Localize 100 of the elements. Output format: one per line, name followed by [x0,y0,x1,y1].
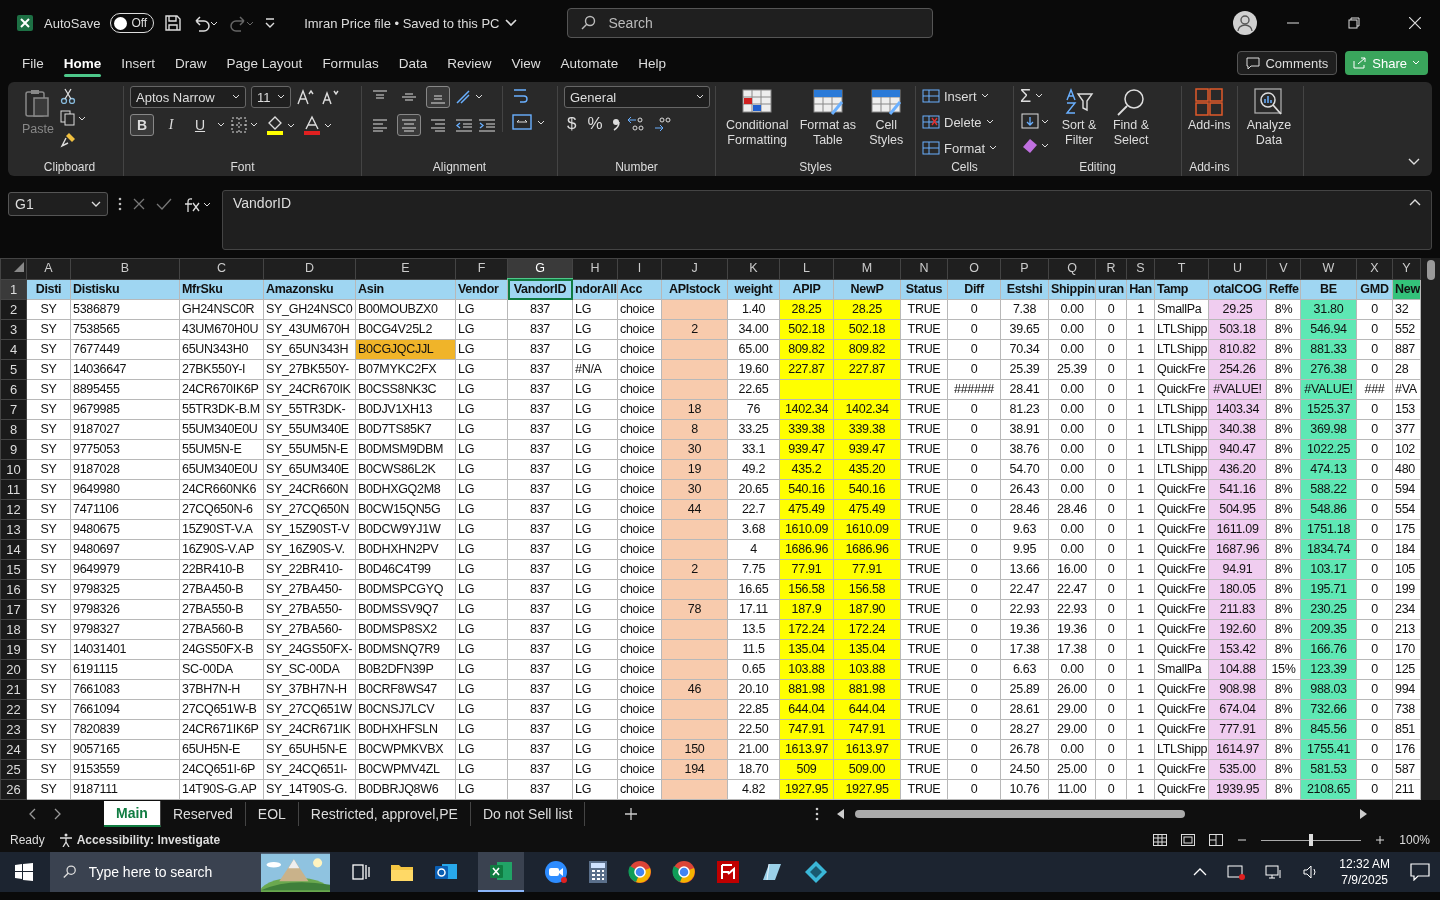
row-number[interactable]: 26 [0,779,27,800]
row-number[interactable]: 25 [0,759,27,780]
number-format-button[interactable]: % [584,114,606,134]
zoom-level[interactable]: 100% [1399,833,1430,847]
expand-icon[interactable] [1409,198,1421,206]
clock-date[interactable]: 7/9/2025 [1341,872,1388,888]
previous-sheet-icon[interactable] [28,808,36,820]
restore-icon[interactable] [1348,17,1360,29]
column-letter[interactable]: W [1300,258,1357,279]
notification-icon[interactable] [1410,863,1430,881]
row-number[interactable]: 22 [0,699,27,720]
grow-font-icon[interactable] [296,88,316,106]
column-letter[interactable]: S [1126,258,1155,279]
menu-tab[interactable]: File [12,49,54,77]
sheet-tab[interactable]: Restricted, approvel,PE [298,802,471,826]
task-view-icon[interactable] [350,863,370,881]
sheet-tab[interactable]: Main [104,801,161,827]
search-input[interactable]: Type here to search [86,863,251,881]
taskbar-search-field[interactable]: Type here to search [50,852,330,892]
menu-tab[interactable]: Draw [165,49,217,77]
search-field[interactable]: Search [567,8,934,38]
calculator-icon[interactable] [588,860,608,884]
row-number[interactable]: 4 [0,339,27,360]
name-box[interactable]: G1 [8,192,108,216]
fill-color-icon[interactable] [265,115,297,135]
browser-icon[interactable] [628,860,652,884]
add-ins-button[interactable]: Add-ins [1188,86,1231,133]
undo-icon[interactable] [192,14,219,32]
zoom-slider[interactable] [1261,834,1362,846]
windows-start-icon[interactable] [14,862,34,882]
normal-view-icon[interactable] [1153,834,1168,846]
column-letter[interactable]: L [779,258,834,279]
column-letter[interactable]: E [355,258,456,279]
spreadsheet-app-icon[interactable] [489,860,513,882]
menu-tab[interactable]: Page Layout [216,49,313,77]
column-letter[interactable]: J [661,258,728,279]
folder-icon[interactable] [390,862,414,882]
orientation-icon[interactable] [455,88,485,106]
scissors-icon[interactable] [59,88,76,104]
redo-icon[interactable] [228,14,255,32]
column-letter[interactable]: A [26,258,71,279]
row-number[interactable]: 6 [0,379,27,400]
next-sheet-icon[interactable] [54,808,62,820]
font-size-field[interactable]: 11 [251,86,291,108]
document-title[interactable]: Imran Price file • Saved to this PC [304,15,518,31]
vertical-scrollbar[interactable] [1421,258,1440,800]
editing-button[interactable]: Find & Select [1108,86,1154,148]
row-number[interactable]: 2 [0,299,27,320]
row-number[interactable]: 10 [0,459,27,480]
cells-button[interactable]: Delete [922,112,994,132]
caret-icon[interactable] [217,122,225,128]
column-letter[interactable]: X [1356,258,1393,279]
fill-icon[interactable] [1020,112,1050,130]
cancel-icon[interactable] [132,197,146,211]
sheet-tab[interactable]: EOL [245,802,299,826]
font-style-button[interactable]: I [159,114,183,136]
scroll-right-icon[interactable] [1359,809,1368,819]
collapse-ribbon-icon[interactable] [1408,158,1420,166]
video-app-icon[interactable] [544,860,568,884]
formula-field[interactable]: VandorID [222,190,1432,250]
increase-indent-icon[interactable] [478,118,496,132]
insert-function-icon[interactable] [182,197,212,213]
eraser-icon[interactable] [1020,136,1050,154]
avatar-icon[interactable] [1233,11,1257,35]
row-number[interactable]: 5 [0,359,27,380]
menu-tab[interactable]: Automate [550,49,629,77]
row-number[interactable]: 9 [0,439,27,460]
wrap-text-icon[interactable] [511,86,531,106]
menu-tab[interactable]: Data [388,49,438,77]
row-number[interactable]: 11 [0,479,27,500]
customize-icon[interactable] [264,16,277,30]
column-letter[interactable]: U [1208,258,1267,279]
column-letter[interactable]: G [507,258,573,279]
row-number[interactable]: 7 [0,399,27,420]
column-letter[interactable]: K [727,258,780,279]
column-letter[interactable]: D [263,258,356,279]
autosum-button[interactable]: Σ [1020,86,1050,106]
menu-tab[interactable]: View [501,49,551,77]
ftp-app-icon[interactable] [716,860,740,884]
row-number[interactable]: 24 [0,739,27,760]
font-color-icon[interactable] [302,115,334,135]
font-style-button[interactable]: B [130,114,154,136]
editing-button[interactable]: Sort & Filter [1056,86,1102,148]
column-letter[interactable]: Q [1048,258,1096,279]
styles-button[interactable]: Format as Table [798,86,858,148]
shrink-font-icon[interactable] [321,88,341,106]
column-letter[interactable]: I [617,258,662,279]
cells-button[interactable]: Insert [922,86,989,106]
brush-icon[interactable] [59,132,76,148]
sheet-tab[interactable]: Reserved [160,802,246,826]
page-break-icon[interactable] [1209,834,1224,846]
diamond-app-icon[interactable] [804,860,828,884]
save-icon[interactable] [164,14,183,32]
row-number[interactable]: 12 [0,499,27,520]
enter-icon[interactable] [156,197,172,211]
column-letter[interactable]: F [455,258,508,279]
cells-button[interactable]: Format [922,138,998,158]
copy-icon[interactable] [59,110,86,126]
column-letter[interactable]: R [1095,258,1127,279]
number-format-field[interactable]: General [564,86,710,108]
